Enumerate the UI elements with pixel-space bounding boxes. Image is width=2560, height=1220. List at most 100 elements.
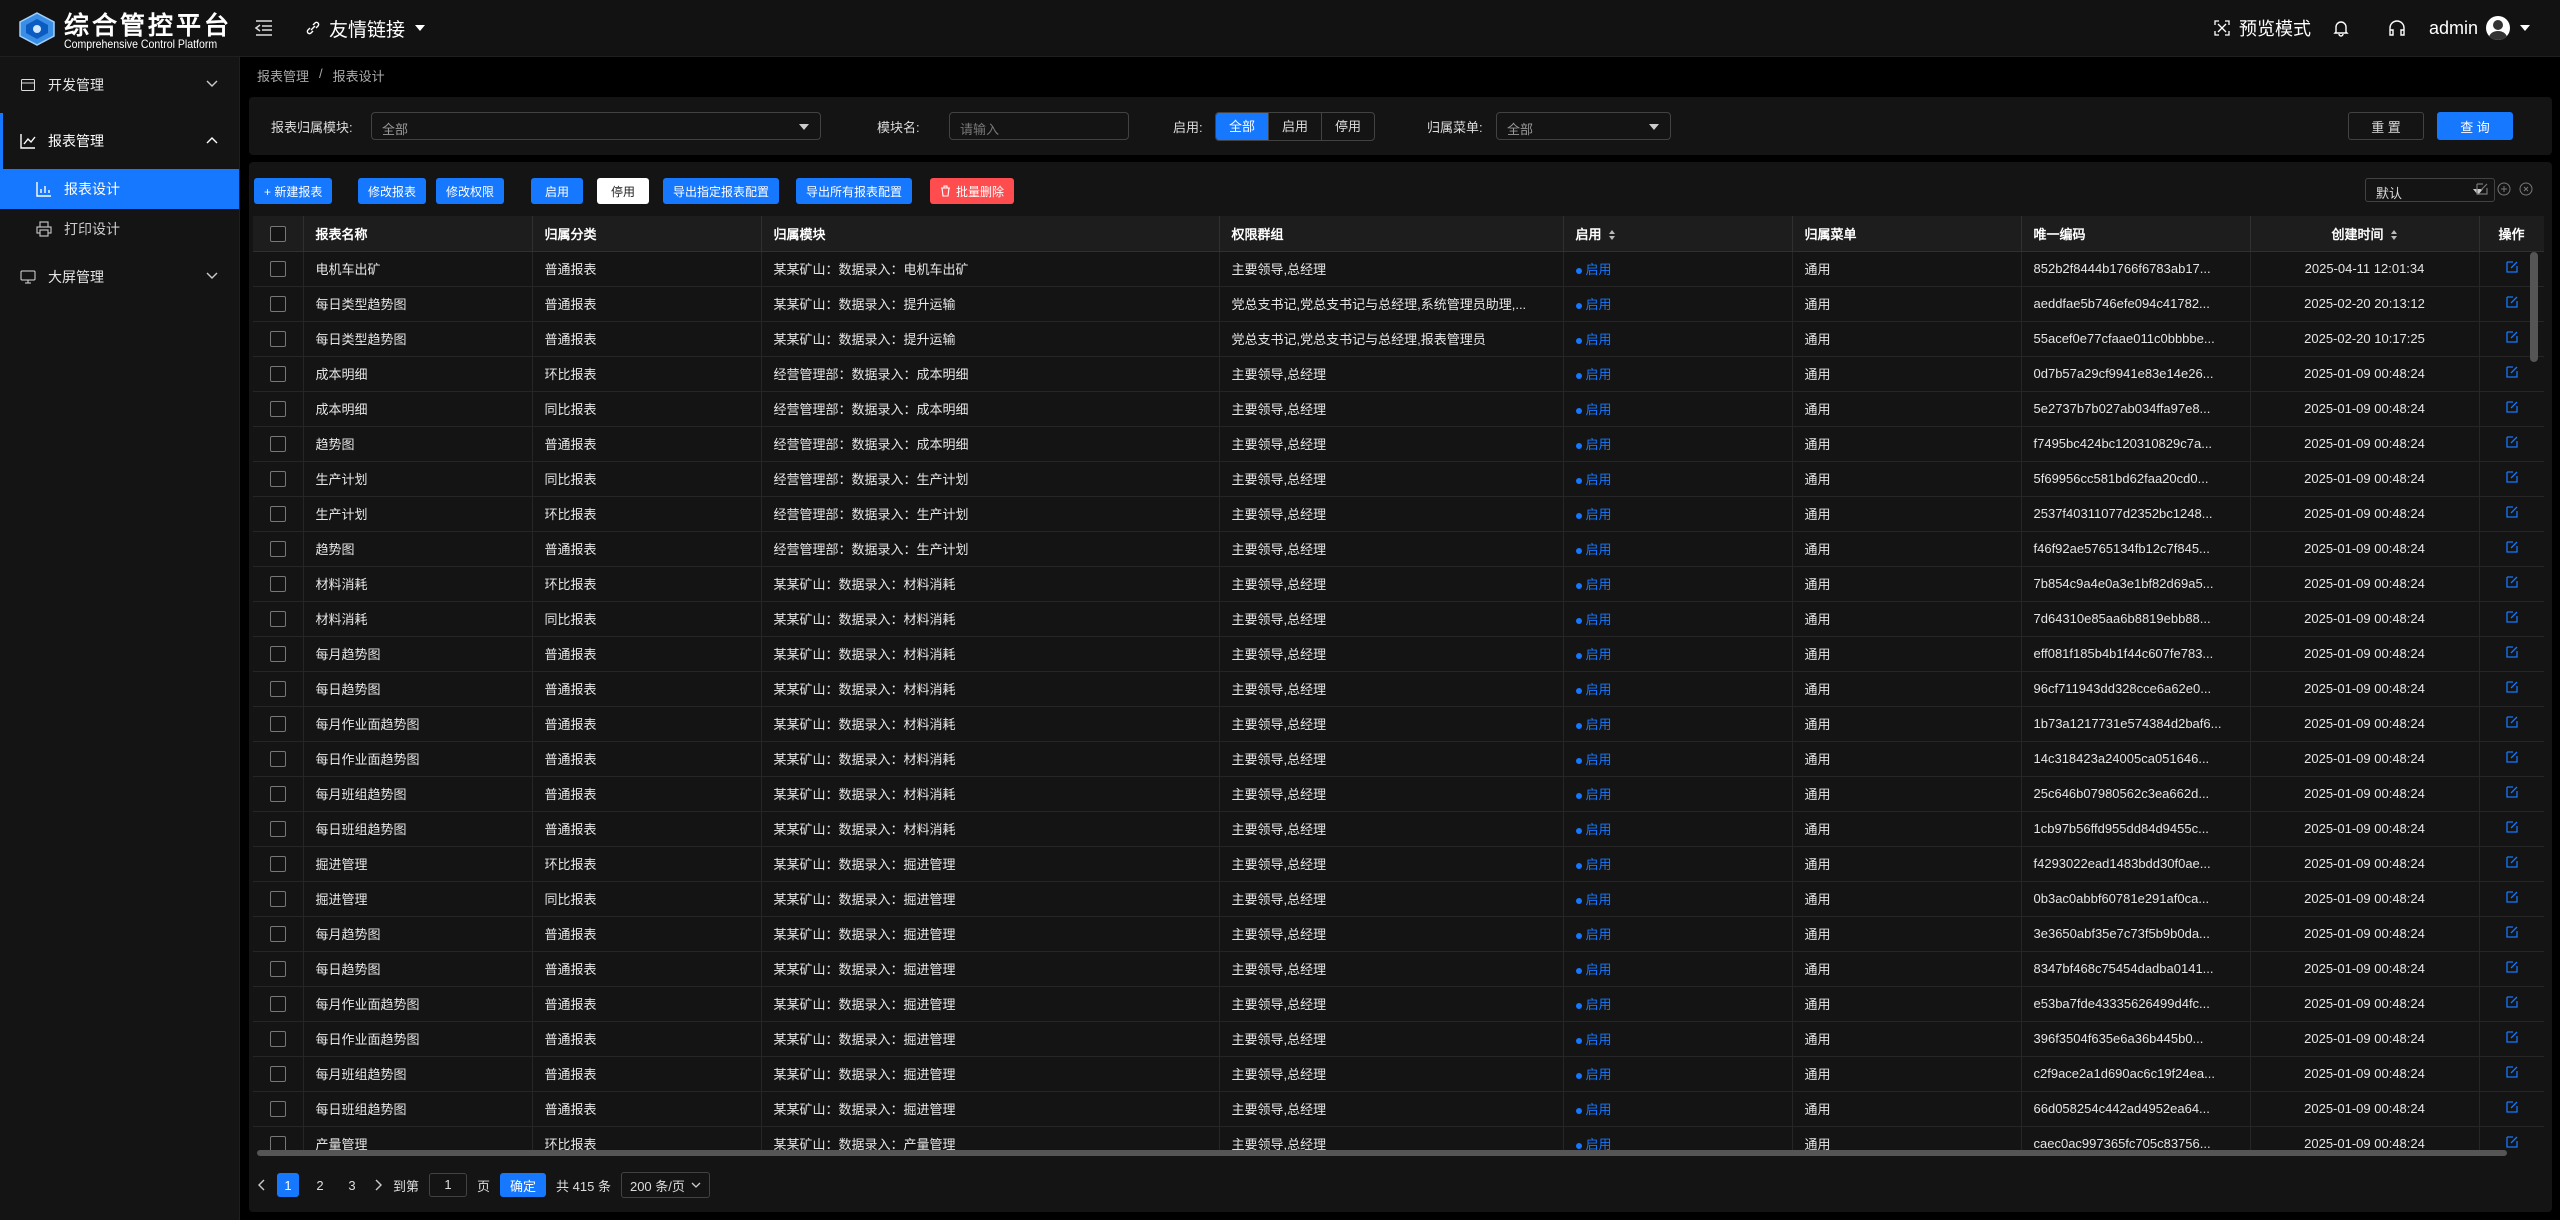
edit-icon[interactable] [2505, 995, 2519, 1009]
row-checkbox[interactable] [269, 260, 286, 277]
sidebar-item-print-design[interactable]: 打印设计 [0, 209, 239, 249]
row-checkbox[interactable] [269, 470, 286, 487]
sidebar-item-screen[interactable]: 大屏管理 [0, 249, 239, 305]
export-all-button[interactable]: 导出所有报表配置 [796, 178, 913, 204]
row-checkbox[interactable] [269, 330, 286, 347]
next-page-icon[interactable] [373, 1179, 383, 1191]
row-checkbox[interactable] [269, 540, 286, 557]
table-row[interactable]: 趋势图 普通报表 经营管理部：数据录入：生产计划 主要领导,总经理 启用 通用 f46f92… [253, 531, 2544, 567]
sidebar-item-report-design[interactable]: 报表设计 [0, 169, 239, 209]
edit-icon[interactable] [2505, 645, 2519, 659]
row-checkbox[interactable] [269, 505, 286, 522]
row-checkbox[interactable] [269, 785, 286, 802]
edit-icon[interactable] [2505, 715, 2519, 729]
table-row[interactable]: 每月班组趋势图 普通报表 某某矿山：数据录入：掘进管理 主要领导,总经理 启用 通用 c2f… [253, 1056, 2544, 1092]
row-checkbox[interactable] [269, 295, 286, 312]
menu-collapse-icon[interactable] [253, 17, 275, 39]
edit-icon[interactable] [2505, 855, 2519, 869]
select-all-checkbox[interactable] [269, 225, 286, 242]
menu-select[interactable]: 全部 [1496, 112, 1671, 140]
table-row[interactable]: 成本明细 同比报表 经营管理部：数据录入：成本明细 主要领导,总经理 启用 通用 5e273… [253, 391, 2544, 427]
row-checkbox[interactable] [269, 890, 286, 907]
edit-icon[interactable] [2505, 1030, 2519, 1044]
row-checkbox[interactable] [269, 1100, 286, 1117]
table-row[interactable]: 每日趋势图 普通报表 某某矿山：数据录入：掘进管理 主要领导,总经理 启用 通用 8347b… [253, 951, 2544, 987]
table-row[interactable]: 每月作业面趋势图 普通报表 某某矿山：数据录入：掘进管理 主要领导,总经理 启用 通用 e5… [253, 986, 2544, 1022]
edit-icon[interactable] [2505, 960, 2519, 974]
edit-icon[interactable] [2505, 505, 2519, 519]
edit-icon[interactable] [2505, 1100, 2519, 1114]
app-logo[interactable]: 综合管控平台 Comprehensive Control Platform [14, 4, 244, 54]
edit-icon[interactable] [2505, 820, 2519, 834]
module-name-input[interactable]: 请输入 [949, 112, 1129, 140]
table-row[interactable]: 掘进管理 同比报表 某某矿山：数据录入：掘进管理 主要领导,总经理 启用 通用 0b3ac0… [253, 881, 2544, 917]
close-view-icon[interactable] [2519, 182, 2533, 196]
enable-button[interactable]: 启用 [531, 178, 583, 204]
table-row[interactable]: 每日类型趋势图 普通报表 某某矿山：数据录入：提升运输 党总支书记,党总支书记与总经理… [253, 321, 2544, 357]
page-1[interactable]: 1 [277, 1173, 299, 1197]
edit-icon[interactable] [2505, 295, 2519, 309]
row-checkbox[interactable] [269, 680, 286, 697]
table-row[interactable]: 成本明细 环比报表 经营管理部：数据录入：成本明细 主要领导,总经理 启用 通用 0d7b5… [253, 356, 2544, 392]
row-checkbox[interactable] [269, 820, 286, 837]
edit-icon[interactable] [2505, 1065, 2519, 1079]
page-3[interactable]: 3 [341, 1173, 363, 1197]
table-row[interactable]: 生产计划 同比报表 经营管理部：数据录入：生产计划 主要领导,总经理 启用 通用 5f699… [253, 461, 2544, 497]
sidebar-item-report[interactable]: 报表管理 [0, 113, 239, 169]
row-checkbox[interactable] [269, 960, 286, 977]
edit-icon[interactable] [2505, 365, 2519, 379]
enable-option-off[interactable]: 停用 [1322, 113, 1374, 140]
user-menu[interactable]: admin [2429, 16, 2532, 40]
bell-icon[interactable] [2333, 19, 2349, 37]
col-created-time[interactable]: 创建时间 [2250, 216, 2480, 252]
table-row[interactable]: 每月趋势图 普通报表 某某矿山：数据录入：材料消耗 主要领导,总经理 启用 通用 eff08… [253, 636, 2544, 672]
row-checkbox[interactable] [269, 1065, 286, 1082]
edit-icon[interactable] [2505, 260, 2519, 274]
table-row[interactable]: 每日班组趋势图 普通报表 某某矿山：数据录入：掘进管理 主要领导,总经理 启用 通用 66d… [253, 1091, 2544, 1127]
edit-icon[interactable] [2505, 610, 2519, 624]
table-row[interactable]: 材料消耗 环比报表 某某矿山：数据录入：材料消耗 主要领导,总经理 启用 通用 7b854c… [253, 566, 2544, 602]
export-selected-button[interactable]: 导出指定报表配置 [663, 178, 780, 204]
vertical-scrollbar[interactable] [2530, 252, 2538, 362]
table-row[interactable]: 每月班组趋势图 普通报表 某某矿山：数据录入：材料消耗 主要领导,总经理 启用 通用 25c… [253, 776, 2544, 812]
module-select[interactable]: 全部 [371, 112, 821, 140]
batch-delete-button[interactable]: 批量删除 [930, 178, 1015, 204]
table-row[interactable]: 掘进管理 环比报表 某某矿山：数据录入：掘进管理 主要领导,总经理 启用 通用 f42930… [253, 846, 2544, 882]
table-row[interactable]: 每日类型趋势图 普通报表 某某矿山：数据录入：提升运输 党总支书记,党总支书记与总经理… [253, 286, 2544, 322]
edit-icon[interactable] [2505, 785, 2519, 799]
edit-icon[interactable] [2505, 330, 2519, 344]
reset-button[interactable]: 重 置 [2348, 112, 2424, 140]
row-checkbox[interactable] [269, 1030, 286, 1047]
enable-option-all[interactable]: 全部 [1216, 113, 1270, 140]
new-report-button[interactable]: + 新建报表 [254, 178, 333, 204]
edit-icon[interactable] [2505, 540, 2519, 554]
edit-permission-button[interactable]: 修改权限 [436, 178, 505, 204]
page-size-select[interactable]: 200 条/页 [620, 1172, 710, 1198]
prev-page-icon[interactable] [257, 1179, 267, 1191]
edit-icon[interactable] [2505, 575, 2519, 589]
col-enabled[interactable]: 启用 [1563, 216, 1793, 252]
edit-icon[interactable] [2505, 890, 2519, 904]
row-checkbox[interactable] [269, 575, 286, 592]
edit-icon[interactable] [2505, 750, 2519, 764]
edit-icon[interactable] [2505, 470, 2519, 484]
edit-icon[interactable] [2505, 680, 2519, 694]
table-row[interactable]: 生产计划 环比报表 经营管理部：数据录入：生产计划 主要领导,总经理 启用 通用 2537f… [253, 496, 2544, 532]
table-row[interactable]: 每日趋势图 普通报表 某某矿山：数据录入：材料消耗 主要领导,总经理 启用 通用 96cf7… [253, 671, 2544, 707]
headset-icon[interactable] [2387, 19, 2407, 37]
sidebar-item-dev[interactable]: 开发管理 [0, 57, 239, 113]
table-row[interactable]: 产量管理 环比报表 某某矿山：数据录入：产量管理 主要领导,总经理 启用 通用 caec0a… [253, 1126, 2544, 1152]
row-checkbox[interactable] [269, 715, 286, 732]
row-checkbox[interactable] [269, 400, 286, 417]
row-checkbox[interactable] [269, 750, 286, 767]
row-checkbox[interactable] [269, 610, 286, 627]
page-2[interactable]: 2 [309, 1173, 331, 1197]
table-row[interactable]: 每日作业面趋势图 普通报表 某某矿山：数据录入：掘进管理 主要领导,总经理 启用 通用 39… [253, 1021, 2544, 1057]
row-checkbox[interactable] [269, 365, 286, 382]
breadcrumb-root[interactable]: 报表管理 [257, 66, 309, 85]
table-row[interactable]: 材料消耗 同比报表 某某矿山：数据录入：材料消耗 主要领导,总经理 启用 通用 7d6431… [253, 601, 2544, 637]
table-row[interactable]: 每日作业面趋势图 普通报表 某某矿山：数据录入：材料消耗 主要领导,总经理 启用 通用 14… [253, 741, 2544, 777]
table-row[interactable]: 每月趋势图 普通报表 某某矿山：数据录入：掘进管理 主要领导,总经理 启用 通用 3e365… [253, 916, 2544, 952]
table-row[interactable]: 趋势图 普通报表 经营管理部：数据录入：成本明细 主要领导,总经理 启用 通用 f7495b… [253, 426, 2544, 462]
disable-button[interactable]: 停用 [597, 178, 649, 204]
